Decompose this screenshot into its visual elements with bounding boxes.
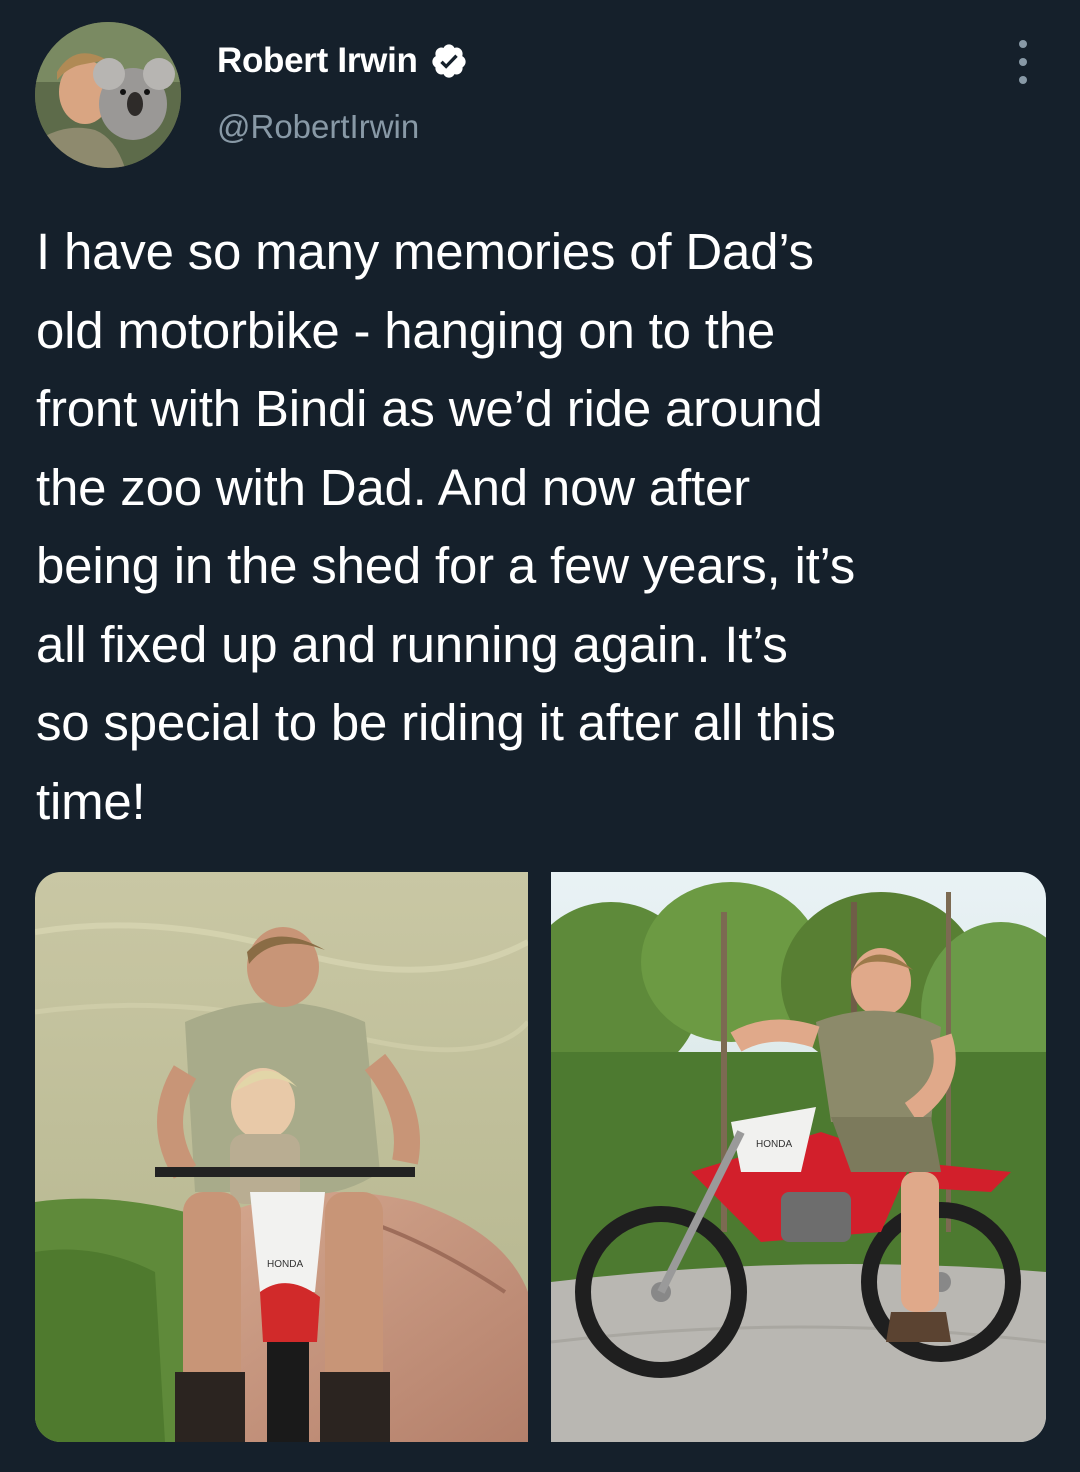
author-display-name[interactable]: Robert Irwin [217, 41, 418, 81]
tweet-text: I have so many memories of Dad’s old mot… [36, 223, 856, 830]
author-handle[interactable]: @RobertIrwin [217, 108, 419, 146]
photo-robert-on-motorbike: HONDA [551, 872, 1046, 1442]
honda-logo-2: HONDA [756, 1139, 792, 1150]
verified-badge-icon [431, 44, 466, 78]
author-name-row[interactable]: Robert Irwin [217, 38, 468, 84]
more-options-icon-dot [1019, 76, 1027, 84]
photo-dad-and-kids-on-motorbike: HONDA [35, 872, 528, 1442]
avatar-photo [35, 22, 181, 168]
avatar[interactable] [35, 22, 181, 168]
more-options-icon [1019, 40, 1027, 48]
tweet-photo-2[interactable]: HONDA [551, 872, 1046, 1442]
more-options-icon-dot [1019, 58, 1027, 66]
more-options-button[interactable] [1008, 40, 1038, 84]
honda-logo: HONDA [267, 1259, 303, 1270]
tweet-photo-1[interactable]: HONDA [35, 872, 528, 1442]
